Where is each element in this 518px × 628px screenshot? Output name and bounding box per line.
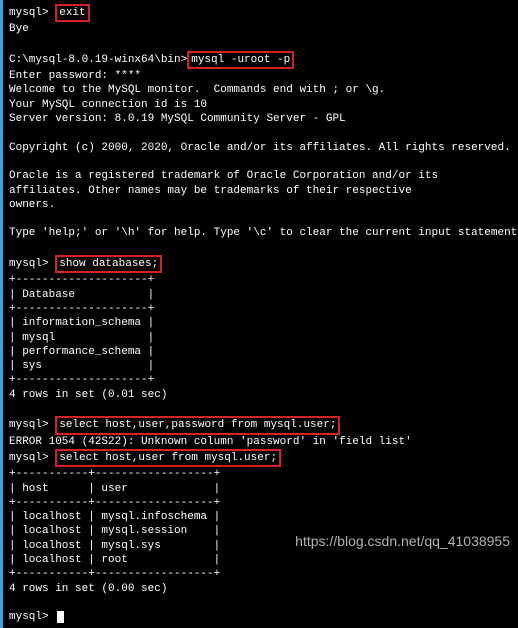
- mysql-prompt: mysql>: [9, 452, 55, 464]
- welcome-line-2: Your MySQL connection id is 10: [9, 98, 512, 112]
- db-row: | sys |: [9, 359, 512, 373]
- exit-command: exit: [55, 4, 89, 22]
- db-table-border-mid: +--------------------+: [9, 302, 512, 316]
- exit-command-line: mysql> exit: [9, 4, 512, 22]
- db-row: | mysql |: [9, 331, 512, 345]
- show-databases-line: mysql> show databases;: [9, 255, 512, 273]
- shell-path-prefix: C:\mysql-8.0.19-winx64\bin>: [9, 54, 187, 66]
- db-row: | information_schema |: [9, 316, 512, 330]
- mysql-prompt: mysql>: [9, 419, 55, 431]
- bye-output: Bye: [9, 22, 512, 36]
- select-user-command: select host,user from mysql.user;: [55, 449, 281, 467]
- db-table-border-top: +--------------------+: [9, 273, 512, 287]
- mysql-prompt: mysql>: [9, 258, 55, 270]
- welcome-line-1: Welcome to the MySQL monitor. Commands e…: [9, 83, 512, 97]
- blank-line: [9, 126, 512, 140]
- blank-line: [9, 212, 512, 226]
- final-prompt-line[interactable]: mysql>: [9, 610, 512, 624]
- user-table-border-mid: +-----------+------------------+: [9, 496, 512, 510]
- cursor-icon: [57, 611, 64, 623]
- blank-line: [9, 155, 512, 169]
- user-row: | localhost | mysql.infoschema |: [9, 510, 512, 524]
- blank-line: [9, 402, 512, 416]
- trademark-line-3: owners.: [9, 198, 512, 212]
- watermark-text: https://blog.csdn.net/qq_41038955: [295, 532, 510, 550]
- blank-line: [9, 241, 512, 255]
- select-password-command: select host,user,password from mysql.use…: [55, 416, 340, 434]
- db-row: | performance_schema |: [9, 345, 512, 359]
- welcome-line-3: Server version: 8.0.19 MySQL Community S…: [9, 112, 512, 126]
- rows-result: 4 rows in set (0.00 sec): [9, 582, 512, 596]
- db-table-border-bottom: +--------------------+: [9, 373, 512, 387]
- mysql-prompt: mysql>: [9, 611, 55, 623]
- error-output: ERROR 1054 (42S22): Unknown column 'pass…: [9, 435, 512, 449]
- select-password-line: mysql> select host,user,password from my…: [9, 416, 512, 434]
- user-table-border-top: +-----------+------------------+: [9, 467, 512, 481]
- trademark-line-2: affiliates. Other names may be trademark…: [9, 184, 512, 198]
- db-table-header: | Database |: [9, 288, 512, 302]
- rows-result: 4 rows in set (0.01 sec): [9, 388, 512, 402]
- login-line: C:\mysql-8.0.19-winx64\bin>mysql -uroot …: [9, 51, 512, 69]
- blank-line: [9, 37, 512, 51]
- user-row: | localhost | root |: [9, 553, 512, 567]
- mysql-prompt: mysql>: [9, 7, 55, 19]
- trademark-line-1: Oracle is a registered trademark of Orac…: [9, 169, 512, 183]
- password-prompt: Enter password: ****: [9, 69, 512, 83]
- user-table-border-bottom: +-----------+------------------+: [9, 567, 512, 581]
- show-databases-command: show databases;: [55, 255, 162, 273]
- mysql-login-command: mysql -uroot -p: [187, 51, 294, 69]
- select-user-line: mysql> select host,user from mysql.user;: [9, 449, 512, 467]
- user-table-header: | host | user |: [9, 482, 512, 496]
- help-line: Type 'help;' or '\h' for help. Type '\c'…: [9, 226, 512, 240]
- copyright-line: Copyright (c) 2000, 2020, Oracle and/or …: [9, 141, 512, 155]
- blank-line: [9, 596, 512, 610]
